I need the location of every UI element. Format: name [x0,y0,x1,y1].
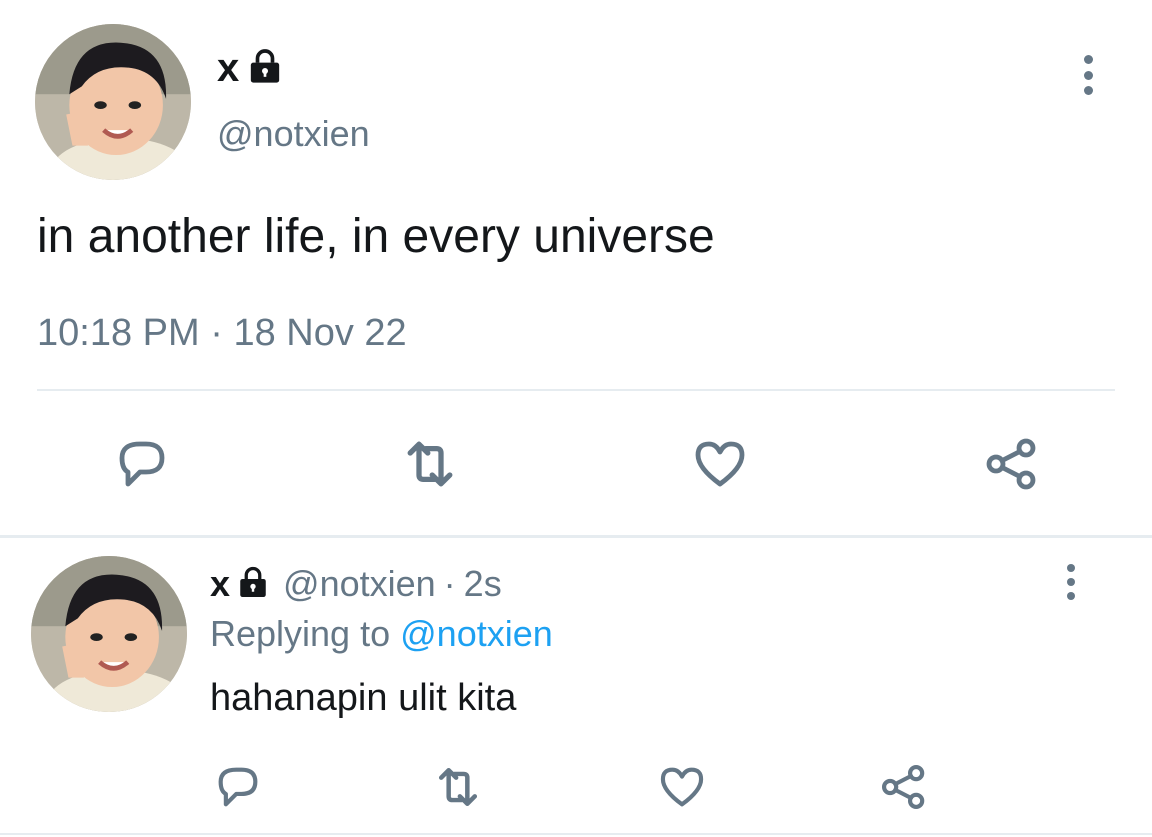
avatar-photo [31,556,187,712]
reply-handle[interactable]: @notxien [283,563,436,605]
reply-header: x @notxien · 2s [210,563,502,605]
avatar[interactable] [35,24,191,180]
share-icon[interactable] [982,434,1042,494]
lock-icon [240,566,266,597]
replying-to: Replying to @notxien [210,613,553,655]
more-icon[interactable] [1080,55,1096,95]
retweet-icon[interactable] [430,759,486,815]
reply-icon[interactable] [112,434,172,494]
handle[interactable]: @notxien [217,113,370,155]
replying-handle-link[interactable]: @notxien [400,613,553,654]
timestamp[interactable]: 10:18 PM · 18 Nov 22 [37,312,407,355]
avatar-photo [35,24,191,180]
display-name-text: x [217,45,240,90]
replying-prefix: Replying to [210,613,391,654]
like-icon[interactable] [690,434,750,494]
reply-more-icon[interactable] [1064,564,1078,600]
time: 10:18 PM [37,312,200,354]
reply-avatar[interactable] [31,556,187,712]
reply-text: hahanapin ulit kita [210,677,517,719]
share-icon[interactable] [878,761,930,813]
date: 18 Nov 22 [233,312,407,354]
tweet-text: in another life, in every universe [37,210,715,263]
reply-age: 2s [463,563,502,604]
reply-icon[interactable] [212,761,264,813]
lock-icon [251,49,280,83]
reply-separator: · [443,563,456,604]
reply-display-name[interactable]: x [210,563,230,605]
divider [37,389,1115,391]
retweet-icon[interactable] [397,431,463,497]
like-icon[interactable] [656,761,708,813]
section-divider [0,535,1152,538]
display-name[interactable]: x [217,46,285,90]
separator: · [210,312,223,354]
bottom-divider [0,833,1152,835]
